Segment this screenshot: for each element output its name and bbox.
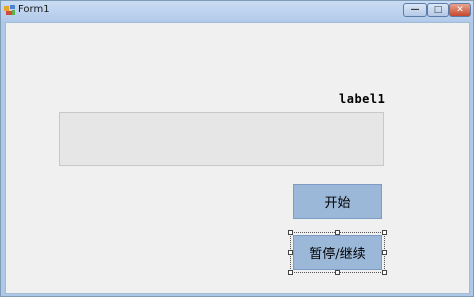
resize-handle-middle-left[interactable] [288,250,293,255]
title-bar[interactable]: Form1 — □ ✕ [1,1,473,21]
maximize-button[interactable]: □ [427,3,449,17]
resize-handle-bottom-middle[interactable] [335,270,340,275]
window-title: Form1 [18,4,50,15]
resize-handle-bottom-left[interactable] [288,270,293,275]
resize-handle-bottom-right[interactable] [382,270,387,275]
minimize-button[interactable]: — [403,3,427,17]
selection-frame [290,232,385,273]
resize-handle-top-right[interactable] [382,230,387,235]
resize-handle-top-left[interactable] [288,230,293,235]
close-button[interactable]: ✕ [449,3,471,17]
app-icon [4,5,15,15]
label1: label1 [339,92,386,106]
start-button[interactable]: 开始 [293,184,382,219]
resize-handle-middle-right[interactable] [382,250,387,255]
text-box[interactable] [59,112,384,166]
resize-handle-top-middle[interactable] [335,230,340,235]
